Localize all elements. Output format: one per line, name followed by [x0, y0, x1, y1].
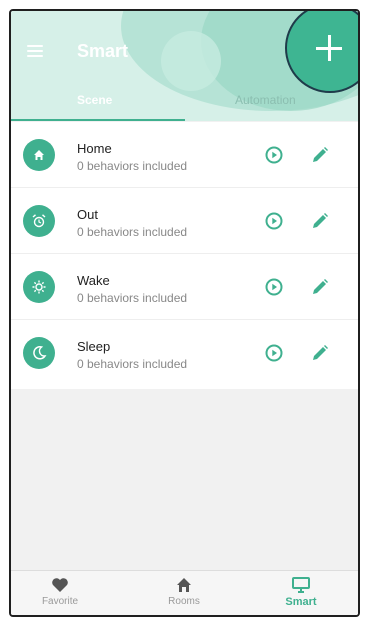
scene-name: Sleep — [77, 339, 111, 354]
page-title: Smart — [77, 41, 129, 61]
edit-icon[interactable] — [311, 278, 329, 296]
phone-frame: Smart Scene Automation Home 0 behaviors … — [9, 9, 360, 617]
scene-subtitle: 0 behaviors included — [77, 225, 188, 239]
scene-subtitle: 0 behaviors included — [77, 291, 188, 305]
nav-favorite[interactable]: Favorite — [25, 577, 95, 607]
scene-name: Out — [77, 207, 98, 222]
nav-label: Favorite — [41, 596, 79, 607]
edit-icon[interactable] — [311, 212, 329, 230]
tab-automation[interactable]: Automation — [235, 93, 296, 107]
house-icon — [177, 578, 191, 592]
list-item[interactable]: Sleep 0 behaviors included — [11, 320, 358, 389]
list-item[interactable]: Out 0 behaviors included — [11, 188, 358, 254]
nav-smart[interactable]: Smart — [266, 577, 336, 608]
alarm-clock-icon — [23, 205, 55, 237]
nav-rooms[interactable]: Rooms — [149, 577, 219, 607]
play-icon[interactable] — [265, 146, 283, 164]
scene-subtitle: 0 behaviors included — [77, 357, 188, 371]
scene-name: Home — [77, 141, 112, 156]
heart-icon — [52, 578, 68, 592]
tab-indicator — [11, 119, 185, 121]
monitor-icon — [292, 577, 310, 593]
bottom-nav: Favorite Rooms Smart — [11, 570, 358, 615]
scene-name: Wake — [77, 273, 110, 288]
play-icon[interactable] — [265, 212, 283, 230]
header-decor — [161, 31, 221, 91]
play-icon[interactable] — [265, 278, 283, 296]
scene-subtitle: 0 behaviors included — [77, 159, 188, 173]
scene-list: Home 0 behaviors included Out 0 behavior… — [11, 122, 358, 389]
nav-label: Rooms — [168, 596, 200, 607]
menu-icon[interactable] — [27, 45, 43, 57]
home-icon — [23, 139, 55, 171]
edit-icon[interactable] — [311, 146, 329, 164]
play-icon[interactable] — [265, 344, 283, 362]
list-item[interactable]: Home 0 behaviors included — [11, 122, 358, 188]
edit-icon[interactable] — [311, 344, 329, 362]
list-item[interactable]: Wake 0 behaviors included — [11, 254, 358, 320]
sun-gear-icon — [23, 271, 55, 303]
moon-icon — [23, 337, 55, 369]
tab-scene[interactable]: Scene — [77, 93, 112, 107]
nav-label: Smart — [285, 596, 317, 608]
